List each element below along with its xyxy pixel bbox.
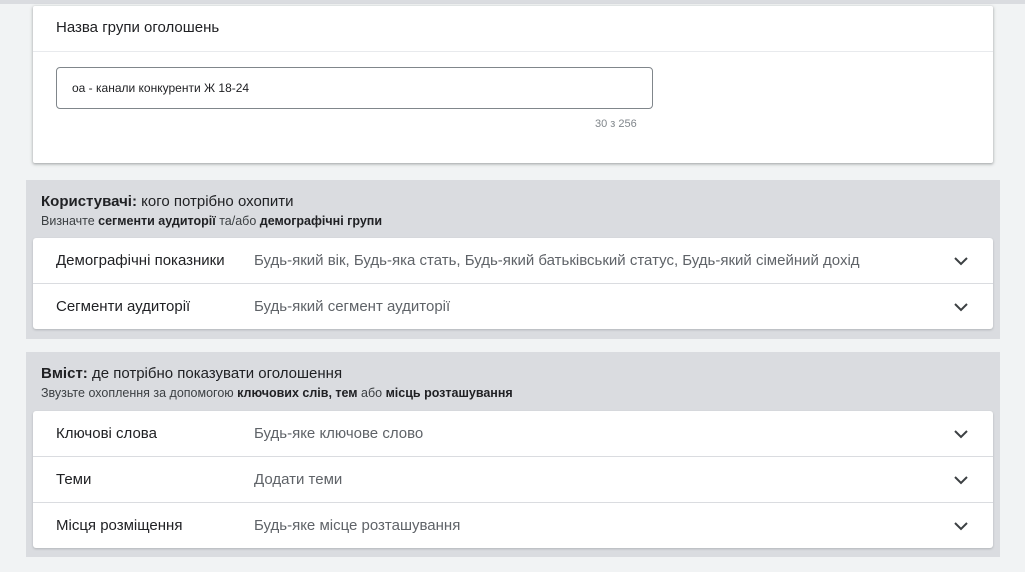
content-heading-bold: Вміст: bbox=[41, 365, 88, 382]
content-sub-bold-3: місць розташування bbox=[385, 386, 513, 400]
top-strip bbox=[0, 0, 1025, 4]
keywords-label: Ключові слова bbox=[56, 425, 157, 442]
chevron-down-icon[interactable] bbox=[953, 472, 969, 488]
divider bbox=[33, 51, 993, 52]
users-sub-bold-2: демографічні групи bbox=[259, 214, 383, 228]
ad-group-name-title: Назва групи оголошень bbox=[56, 19, 220, 36]
topics-row[interactable]: Теми Додати теми bbox=[33, 457, 993, 503]
demographics-label: Демографічні показники bbox=[56, 252, 225, 269]
users-section-subtitle: Визначте сегменти аудиторії та/або демог… bbox=[41, 214, 382, 228]
content-sub-bold-1: ключових слів bbox=[237, 386, 329, 400]
content-sub-middle: або bbox=[357, 386, 386, 400]
content-heading-rest: де потрібно показувати оголошення bbox=[87, 365, 343, 382]
chevron-down-icon[interactable] bbox=[953, 426, 969, 442]
content-section-heading: Вміст: де потрібно показувати оголошення bbox=[41, 365, 342, 382]
placements-label: Місця розміщення bbox=[56, 517, 183, 534]
chevron-down-icon[interactable] bbox=[953, 518, 969, 534]
chevron-down-icon[interactable] bbox=[953, 253, 969, 269]
chevron-down-icon[interactable] bbox=[953, 299, 969, 315]
users-sub-bold-1: сегменти аудиторії bbox=[98, 214, 216, 228]
demographics-row[interactable]: Демографічні показники Будь-який вік, Бу… bbox=[33, 238, 993, 284]
ad-group-name-card: Назва групи оголошень 30 з 256 bbox=[33, 6, 993, 163]
content-sub-prefix: Звузьте охоплення за допомогою bbox=[41, 386, 238, 400]
char-counter: 30 з 256 bbox=[595, 118, 637, 130]
users-heading-rest: кого потрібно охопити bbox=[136, 193, 294, 210]
users-sub-middle: та/або bbox=[215, 214, 260, 228]
content-targeting-rows: Ключові слова Будь-яке ключове слово Тем… bbox=[33, 411, 993, 548]
users-targeting-rows: Демографічні показники Будь-який вік, Бу… bbox=[33, 238, 993, 329]
topics-label: Теми bbox=[56, 471, 92, 488]
users-sub-prefix: Визначте bbox=[41, 214, 99, 228]
users-heading-bold: Користувачі: bbox=[41, 193, 137, 210]
users-section: Користувачі: кого потрібно охопити Визна… bbox=[26, 180, 1000, 339]
placements-value: Будь-яке місце розташування bbox=[254, 517, 461, 534]
audience-segments-row[interactable]: Сегменти аудиторії Будь-який сегмент ауд… bbox=[33, 284, 993, 329]
audience-segments-label: Сегменти аудиторії bbox=[56, 298, 191, 315]
placements-row[interactable]: Місця розміщення Будь-яке місце розташув… bbox=[33, 503, 993, 548]
keywords-value: Будь-яке ключове слово bbox=[254, 425, 424, 442]
content-sub-bold-2: тем bbox=[335, 386, 358, 400]
users-section-heading: Користувачі: кого потрібно охопити bbox=[41, 193, 294, 210]
ad-group-name-input[interactable] bbox=[56, 67, 653, 109]
audience-segments-value: Будь-який сегмент аудиторії bbox=[254, 298, 451, 315]
topics-value: Додати теми bbox=[254, 471, 343, 488]
keywords-row[interactable]: Ключові слова Будь-яке ключове слово bbox=[33, 411, 993, 457]
demographics-value: Будь-який вік, Будь-яка стать, Будь-який… bbox=[254, 252, 860, 269]
content-section-subtitle: Звузьте охоплення за допомогою ключових … bbox=[41, 386, 513, 400]
content-section: Вміст: де потрібно показувати оголошення… bbox=[26, 352, 1000, 557]
